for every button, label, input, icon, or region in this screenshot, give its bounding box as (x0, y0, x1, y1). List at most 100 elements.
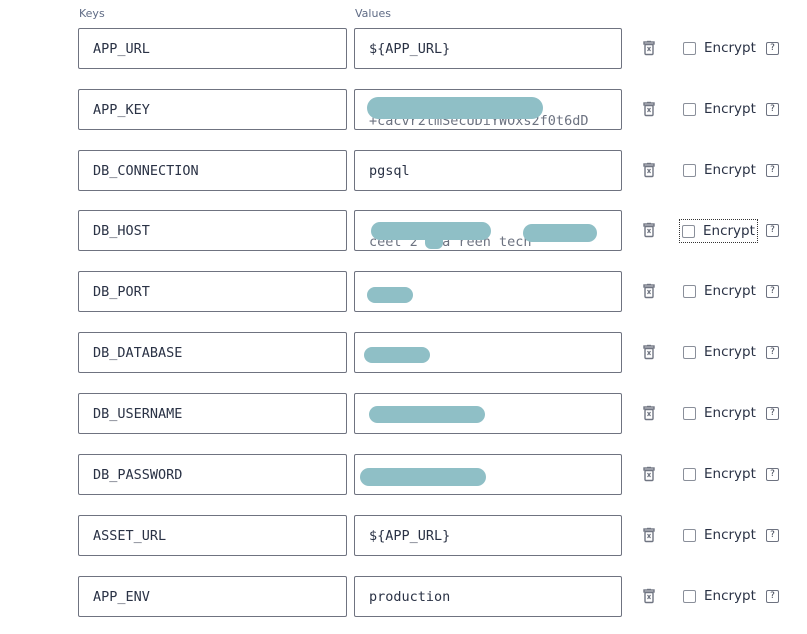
encrypt-toggle[interactable]: Encrypt (681, 37, 758, 59)
key-input[interactable]: DB_PASSWORD (78, 454, 347, 495)
value-input[interactable]: production (354, 576, 622, 617)
encrypt-toggle[interactable]: Encrypt (681, 585, 758, 607)
key-text: APP_ENV (93, 589, 150, 605)
trash-icon[interactable] (641, 101, 657, 117)
env-row: DB_USERNAME Encrypt ? (0, 393, 807, 436)
help-icon[interactable]: ? (766, 590, 779, 603)
encrypt-checkbox[interactable] (683, 41, 696, 55)
key-text: DB_PASSWORD (93, 467, 183, 483)
value-input[interactable]: +cacvr2tmSecUDiYWOxs2f0t6dD (354, 89, 622, 130)
key-text: ASSET_URL (93, 528, 167, 544)
encrypt-label: Encrypt (703, 223, 755, 239)
value-input[interactable]: ceet 2 ..a reen tech (354, 210, 622, 251)
encrypt-checkbox[interactable] (683, 284, 696, 298)
encrypt-checkbox[interactable] (683, 589, 696, 603)
encrypt-checkbox[interactable] (683, 467, 696, 481)
trash-icon[interactable] (641, 222, 657, 238)
encrypt-toggle[interactable]: Encrypt (681, 280, 758, 302)
encrypt-checkbox[interactable] (682, 224, 695, 238)
key-input[interactable]: DB_DATABASE (78, 332, 347, 373)
trash-icon[interactable] (641, 162, 657, 178)
trash-icon[interactable] (641, 405, 657, 421)
encrypt-toggle[interactable]: Encrypt (681, 159, 758, 181)
redaction-mark (364, 347, 430, 363)
env-row: DB_DATABASE Encrypt ? (0, 332, 807, 375)
value-text: production (369, 589, 451, 605)
env-row: ASSET_URL ${APP_URL} Encrypt ? (0, 515, 807, 558)
value-text: ${APP_URL} (369, 41, 451, 57)
key-text: APP_URL (93, 41, 150, 57)
value-text: ${APP_URL} (369, 528, 451, 544)
encrypt-toggle[interactable]: Encrypt (681, 463, 758, 485)
help-icon[interactable]: ? (766, 103, 779, 116)
value-text: pgsql (369, 163, 410, 179)
encrypt-toggle[interactable]: Encrypt (679, 219, 758, 243)
key-input[interactable]: APP_URL (78, 28, 347, 69)
value-input[interactable] (354, 393, 622, 434)
env-variables-editor: Keys Values APP_URL ${APP_URL} Encrypt ?… (0, 0, 807, 634)
env-row: APP_ENV production Encrypt ? (0, 576, 807, 619)
key-input[interactable]: APP_ENV (78, 576, 347, 617)
redaction-mark (367, 97, 543, 119)
encrypt-checkbox[interactable] (683, 406, 696, 420)
values-column-header: Values (355, 7, 391, 20)
value-input[interactable]: ${APP_URL} (354, 515, 622, 556)
encrypt-toggle[interactable]: Encrypt (681, 98, 758, 120)
encrypt-label: Encrypt (704, 101, 756, 117)
encrypt-label: Encrypt (704, 40, 756, 56)
redaction-mark (425, 229, 443, 249)
help-icon[interactable]: ? (766, 407, 779, 420)
redaction-mark (367, 287, 413, 303)
help-icon[interactable]: ? (766, 42, 779, 55)
encrypt-checkbox[interactable] (683, 528, 696, 542)
env-row: DB_CONNECTION pgsql Encrypt ? (0, 150, 807, 193)
help-icon[interactable]: ? (766, 164, 779, 177)
value-input[interactable] (354, 271, 622, 312)
key-input[interactable]: DB_PORT (78, 271, 347, 312)
encrypt-checkbox[interactable] (683, 102, 696, 116)
trash-icon[interactable] (641, 588, 657, 604)
encrypt-toggle[interactable]: Encrypt (681, 341, 758, 363)
redaction-mark (360, 468, 486, 486)
help-icon[interactable]: ? (766, 468, 779, 481)
key-text: DB_PORT (93, 284, 150, 300)
key-input[interactable]: DB_USERNAME (78, 393, 347, 434)
trash-icon[interactable] (641, 466, 657, 482)
help-icon[interactable]: ? (766, 529, 779, 542)
help-icon[interactable]: ? (766, 346, 779, 359)
redaction-mark (523, 224, 597, 242)
trash-icon[interactable] (641, 283, 657, 299)
encrypt-toggle[interactable]: Encrypt (681, 402, 758, 424)
encrypt-checkbox[interactable] (683, 345, 696, 359)
encrypt-checkbox[interactable] (683, 163, 696, 177)
key-text: APP_KEY (93, 102, 150, 118)
env-row: APP_KEY +cacvr2tmSecUDiYWOxs2f0t6dD Encr… (0, 89, 807, 132)
env-row: DB_PORT Encrypt ? (0, 271, 807, 314)
encrypt-label: Encrypt (704, 283, 756, 299)
help-icon[interactable]: ? (766, 224, 779, 237)
key-input[interactable]: ASSET_URL (78, 515, 347, 556)
value-input[interactable]: pgsql (354, 150, 622, 191)
value-input[interactable] (354, 454, 622, 495)
value-input[interactable]: ${APP_URL} (354, 28, 622, 69)
key-text: DB_CONNECTION (93, 163, 199, 179)
encrypt-label: Encrypt (704, 344, 756, 360)
trash-icon[interactable] (641, 40, 657, 56)
encrypt-label: Encrypt (704, 527, 756, 543)
encrypt-label: Encrypt (704, 162, 756, 178)
env-row: APP_URL ${APP_URL} Encrypt ? (0, 28, 807, 71)
key-text: DB_USERNAME (93, 406, 183, 422)
value-input[interactable] (354, 332, 622, 373)
encrypt-label: Encrypt (704, 588, 756, 604)
trash-icon[interactable] (641, 527, 657, 543)
encrypt-toggle[interactable]: Encrypt (681, 524, 758, 546)
help-icon[interactable]: ? (766, 285, 779, 298)
trash-icon[interactable] (641, 344, 657, 360)
key-input[interactable]: DB_CONNECTION (78, 150, 347, 191)
key-text: DB_DATABASE (93, 345, 183, 361)
encrypt-label: Encrypt (704, 405, 756, 421)
env-row: DB_HOST ceet 2 ..a reen tech Encrypt ? (0, 210, 807, 253)
key-input[interactable]: DB_HOST (78, 210, 347, 251)
key-input[interactable]: APP_KEY (78, 89, 347, 130)
key-text: DB_HOST (93, 223, 150, 239)
